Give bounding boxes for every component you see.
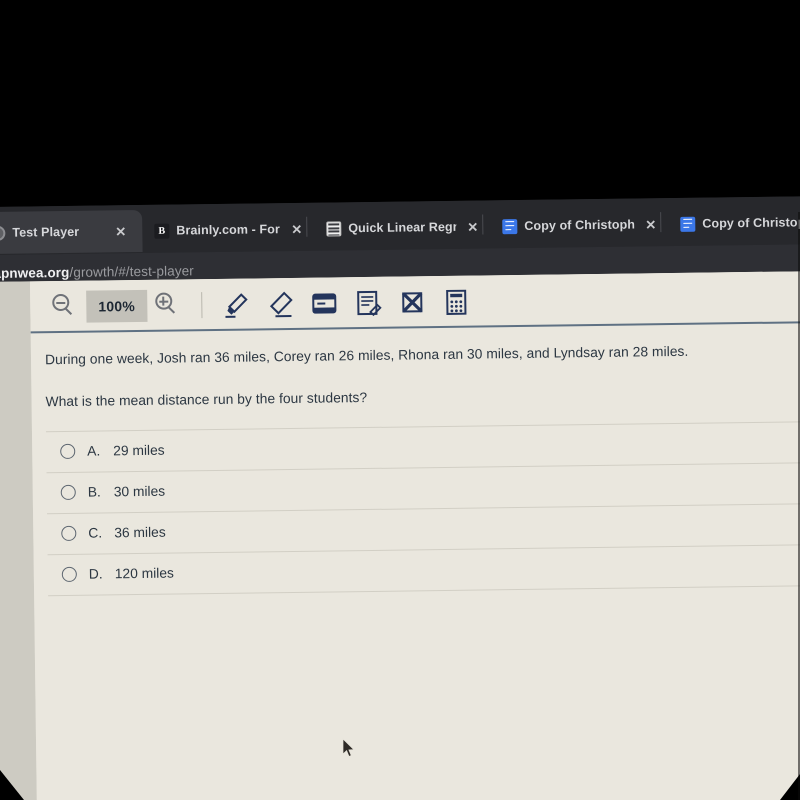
google-docs-favicon-icon bbox=[502, 218, 518, 234]
option-letter: B. bbox=[87, 484, 101, 500]
zoom-controls: 100% bbox=[44, 289, 189, 323]
photo-black-corner-bottom-right bbox=[780, 774, 800, 800]
browser-tab-copy-of-christopher-2[interactable]: Copy of Christoph ✕ bbox=[670, 201, 800, 245]
cross-out-tool-icon[interactable] bbox=[390, 282, 435, 323]
zoom-level-value[interactable]: 100% bbox=[86, 289, 148, 323]
radio-button-icon[interactable] bbox=[61, 567, 77, 583]
zoom-out-icon[interactable] bbox=[52, 293, 78, 320]
question-prompt: What is the mean distance run by the fou… bbox=[45, 390, 368, 410]
tab-close-icon[interactable]: ✕ bbox=[291, 221, 302, 236]
tab-title: Copy of Christoph bbox=[524, 217, 635, 233]
url-path: /growth/#/test-player bbox=[69, 262, 194, 280]
browser-tab-brainly[interactable]: B Brainly.com - For ✕ bbox=[144, 208, 309, 252]
photo-black-border-top bbox=[0, 0, 800, 212]
tab-close-icon[interactable]: ✕ bbox=[467, 219, 478, 234]
screenshot-root: Test Player ✕ B Brainly.com - For ✕ Quic… bbox=[0, 0, 800, 800]
tape-measure-tool-icon[interactable] bbox=[302, 283, 347, 324]
calculator-tool-icon[interactable] bbox=[434, 282, 479, 323]
test-player-toolbar: 100% bbox=[29, 271, 800, 334]
question-area: During one week, Josh ran 36 miles, Core… bbox=[31, 323, 800, 596]
url-domain: t.mapnwea.org bbox=[0, 264, 70, 281]
option-text: 29 miles bbox=[113, 442, 165, 459]
brainly-favicon-icon: B bbox=[154, 223, 170, 239]
toolbar-divider bbox=[200, 292, 203, 319]
browser-tab-test-player[interactable]: Test Player ✕ bbox=[0, 209, 143, 255]
photo-black-corner-bottom-left bbox=[0, 770, 24, 800]
radio-button-icon[interactable] bbox=[60, 444, 76, 460]
tab-close-icon[interactable]: ✕ bbox=[645, 217, 656, 232]
circle-favicon-icon bbox=[0, 225, 6, 241]
tab-title: Quick Linear Regr bbox=[348, 219, 457, 236]
option-text: 30 miles bbox=[113, 483, 166, 500]
url-text: t.mapnwea.org/growth/#/test-player bbox=[0, 263, 194, 281]
test-player-page: 100% During one week, Josh ran 36 miles,… bbox=[0, 271, 800, 800]
browser-tab-quick-linear-regression[interactable]: Quick Linear Regr ✕ bbox=[316, 205, 485, 249]
highlighter-tool-icon[interactable] bbox=[214, 284, 259, 325]
zoom-in-icon[interactable] bbox=[154, 292, 181, 318]
google-sheets-favicon-icon bbox=[326, 220, 342, 237]
google-docs-favicon-icon bbox=[680, 216, 696, 232]
radio-button-icon[interactable] bbox=[61, 526, 77, 542]
radio-button-icon[interactable] bbox=[60, 485, 76, 501]
browser-tab-copy-of-christopher-1[interactable]: Copy of Christoph ✕ bbox=[492, 203, 663, 247]
option-text: 36 miles bbox=[114, 524, 166, 541]
option-letter: C. bbox=[88, 525, 103, 541]
notepad-tool-icon[interactable] bbox=[346, 283, 391, 324]
tab-title: Copy of Christoph bbox=[702, 215, 800, 231]
tab-title: Test Player bbox=[12, 224, 80, 240]
tab-title: Brainly.com - For bbox=[176, 222, 280, 238]
answer-option-d[interactable]: D. 120 miles bbox=[47, 544, 800, 596]
answer-options-list: A. 29 miles B. 30 miles C. 36 miles D. 1… bbox=[45, 421, 800, 596]
page-content: 100% During one week, Josh ran 36 miles,… bbox=[29, 271, 800, 800]
eraser-tool-icon[interactable] bbox=[258, 284, 303, 325]
option-text: 120 miles bbox=[114, 565, 174, 582]
tab-close-icon[interactable]: ✕ bbox=[115, 224, 126, 239]
option-letter: A. bbox=[87, 443, 101, 459]
question-stem: During one week, Josh ran 36 miles, Core… bbox=[44, 343, 689, 368]
option-letter: D. bbox=[88, 566, 103, 582]
